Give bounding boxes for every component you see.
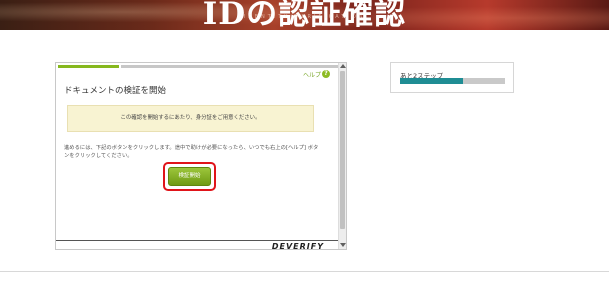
steps-progress-fill (400, 78, 463, 84)
scroll-down-arrow-icon[interactable] (340, 243, 346, 247)
start-verification-button[interactable]: 検証開始 (168, 167, 211, 186)
footer-divider (0, 271, 609, 272)
steps-remaining-box: あと2ステップ (390, 62, 514, 93)
verification-panel: ヘルプ ? ドキュメントの検証を開始 この確認を開始するにあたり、身分証をご用意… (55, 62, 347, 250)
help-link[interactable]: ヘルプ (303, 70, 321, 79)
page-subtitle: IDENTITY VERIFICATION (243, 14, 366, 20)
steps-progress-bar (400, 78, 505, 84)
progress-step-complete (58, 65, 119, 68)
scrollbar-thumb[interactable] (340, 71, 345, 229)
panel-divider (56, 240, 338, 241)
panel-scrollbar[interactable] (338, 63, 346, 249)
document-verification-title: ドキュメントの検証を開始 (64, 86, 167, 96)
progress-step-pending (121, 65, 338, 68)
instruction-text: 進めるには、下記のボタンをクリックします。途中で助けが必要になったら、いつでも右… (64, 145, 319, 159)
help-icon[interactable]: ? (322, 70, 330, 78)
brand-logo: DEVERIFY (271, 242, 324, 250)
page: IDの認証確認 IDENTITY VERIFICATION ヘルプ ? ドキュメ… (0, 0, 609, 290)
scroll-up-arrow-icon[interactable] (340, 64, 346, 68)
header-banner: IDの認証確認 IDENTITY VERIFICATION (0, 0, 609, 30)
id-notice-box: この確認を開始するにあたり、身分証をご用意ください。 (67, 105, 314, 132)
